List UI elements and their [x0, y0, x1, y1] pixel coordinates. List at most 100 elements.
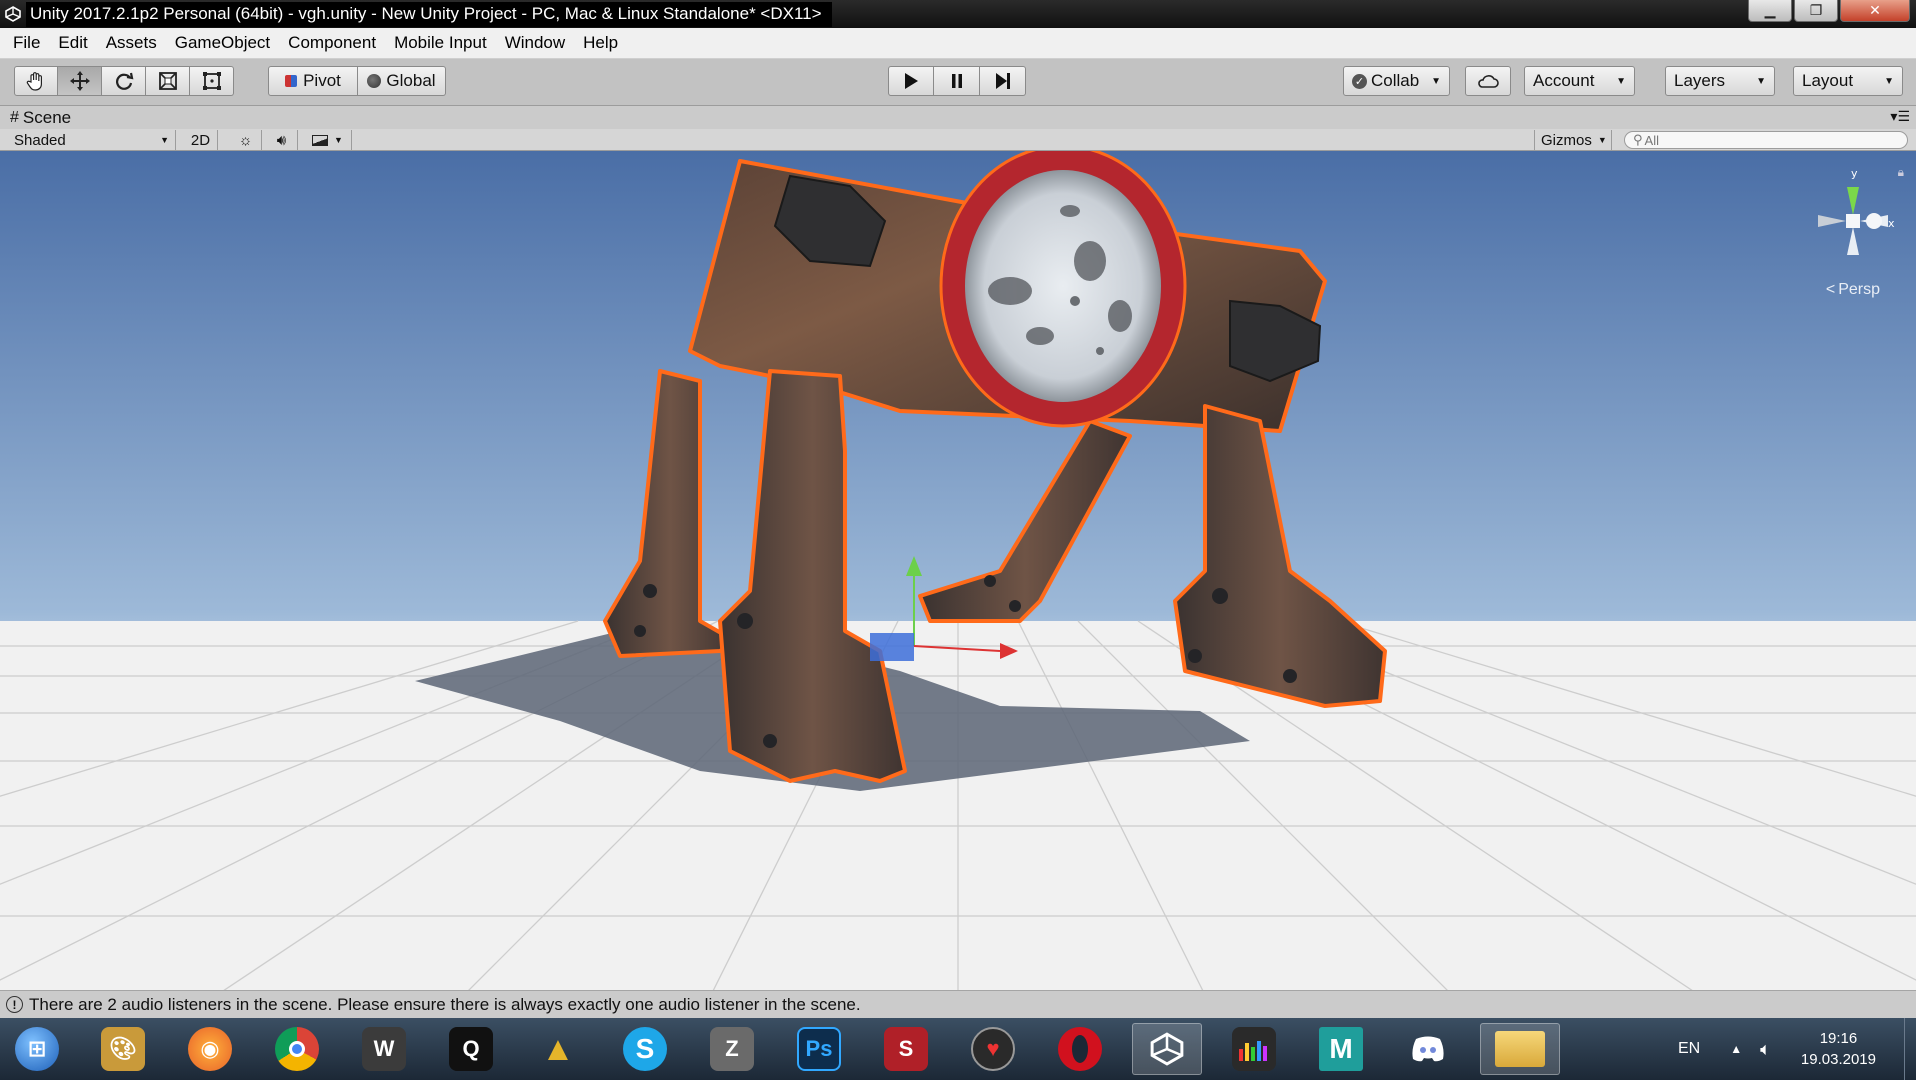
step-icon	[995, 73, 1010, 89]
tab-scene[interactable]: # Scene	[0, 106, 81, 129]
gizmo-x-label: x	[1888, 217, 1895, 230]
shading-mode-dropdown[interactable]: Shaded ▼	[8, 130, 176, 150]
effects-dropdown[interactable]: ▼	[306, 130, 352, 150]
scene-search-input[interactable]: ⚲ All	[1624, 131, 1908, 149]
pivot-label: Pivot	[303, 71, 341, 90]
panel-menu-icon[interactable]: ▾☰	[1890, 108, 1910, 125]
volume-icon[interactable]: 🔈︎	[1760, 1039, 1771, 1060]
clock-date: 19.03.2019	[1800, 1051, 1876, 1068]
shading-mode-label: Shaded	[14, 131, 66, 149]
menu-gameobject[interactable]: GameObject	[166, 33, 279, 53]
taskbar-archicad[interactable]: ▲	[523, 1023, 593, 1075]
close-button[interactable]: ✕	[1840, 0, 1910, 22]
taskbar-explorer[interactable]	[1480, 1023, 1560, 1075]
taskbar-world-of-tanks[interactable]: W	[349, 1023, 419, 1075]
taskbar-unity[interactable]	[1132, 1023, 1202, 1075]
hand-tool-button[interactable]	[14, 66, 58, 96]
tray-expand-icon[interactable]: ▲	[1730, 1042, 1742, 1056]
menu-help[interactable]: Help	[574, 33, 627, 53]
scale-tool-button[interactable]	[146, 66, 190, 96]
windows-logo-icon: ⊞	[15, 1027, 59, 1071]
chrome-icon	[275, 1027, 319, 1071]
account-label: Account	[1533, 71, 1595, 90]
warning-icon: !	[6, 996, 23, 1013]
taskbar-opera[interactable]	[1045, 1023, 1115, 1075]
maximize-button[interactable]: ❐	[1794, 0, 1838, 22]
window-title: Unity 2017.2.1p2 Personal (64bit) - vgh.…	[26, 1, 832, 27]
clock[interactable]: 19:16 19.03.2019	[1801, 1028, 1876, 1070]
taskbar-discord[interactable]	[1393, 1023, 1463, 1075]
menu-window[interactable]: Window	[496, 33, 574, 53]
opera-icon	[1058, 1027, 1102, 1071]
taskbar-substance-painter[interactable]: S	[871, 1023, 941, 1075]
menu-assets[interactable]: Assets	[97, 33, 166, 53]
speaker-icon: 🔊︎	[276, 131, 287, 149]
taskbar-paint[interactable]: 🎨︎	[88, 1023, 158, 1075]
pause-button[interactable]	[934, 66, 980, 96]
play-button[interactable]	[888, 66, 934, 96]
start-button[interactable]: ⊞	[2, 1023, 72, 1075]
layout-dropdown[interactable]: Layout ▼	[1793, 66, 1903, 96]
scene-viewport[interactable]: y x 🔒︎ < Persp	[0, 151, 1916, 990]
menu-edit[interactable]: Edit	[49, 33, 96, 53]
collab-dropdown[interactable]: ✓ Collab ▼	[1343, 66, 1450, 96]
dropdown-arrow-icon: ▼	[1756, 75, 1766, 87]
gizmos-label: Gizmos	[1541, 131, 1592, 149]
taskbar-photoshop[interactable]: Ps	[784, 1023, 854, 1075]
rect-tool-button[interactable]	[190, 66, 234, 96]
clock-time: 19:16	[1819, 1030, 1858, 1047]
pivot-global-toggle: Pivot Global	[268, 66, 446, 96]
layers-label: Layers	[1674, 71, 1726, 90]
language-indicator[interactable]: EN	[1678, 1040, 1700, 1058]
rotate-tool-button[interactable]	[102, 66, 146, 96]
collab-label: Collab	[1371, 71, 1420, 90]
scale-icon	[158, 72, 177, 90]
cloud-button[interactable]	[1465, 66, 1511, 96]
substance-painter-icon: S	[884, 1027, 928, 1071]
taskbar-maya[interactable]: M	[1306, 1023, 1376, 1075]
taskbar-firefox[interactable]: ◉	[175, 1023, 245, 1075]
orientation-gizmo[interactable]: y x	[1808, 165, 1898, 295]
skype-icon: S	[623, 1027, 667, 1071]
2d-label: 2D	[190, 131, 211, 149]
taskbar-chrome[interactable]	[262, 1023, 332, 1075]
unity-logo-icon	[0, 0, 26, 28]
console-status-bar[interactable]: ! There are 2 audio listeners in the sce…	[0, 990, 1916, 1018]
show-desktop-button[interactable]	[1904, 1018, 1916, 1080]
taskbar-equalizer[interactable]	[1219, 1023, 1289, 1075]
scene-view-toolbar: Shaded ▼ 2D ☼ 🔊︎ ▼ Gizmos ▼ ⚲ All	[0, 129, 1916, 151]
taskbar-zbrush[interactable]: Z	[697, 1023, 767, 1075]
projection-toggle[interactable]: < Persp	[1826, 281, 1880, 299]
global-button[interactable]: Global	[358, 66, 446, 96]
rotate-icon	[115, 72, 133, 90]
quixel-icon: Q	[449, 1027, 493, 1071]
firefox-icon: ◉	[188, 1027, 232, 1071]
pivot-button[interactable]: Pivot	[268, 66, 358, 96]
scene-render	[0, 151, 1916, 990]
menu-bar: File Edit Assets GameObject Component Mo…	[0, 28, 1916, 59]
audio-toggle[interactable]: 🔊︎	[266, 130, 298, 150]
lighting-toggle[interactable]: ☼	[230, 130, 262, 150]
main-toolbar: Pivot Global ✓ Collab ▼ Account ▼ Layers…	[0, 59, 1916, 106]
step-button[interactable]	[980, 66, 1026, 96]
rect-tool-icon	[202, 72, 221, 90]
photoshop-icon: Ps	[797, 1027, 841, 1071]
taskbar-heart-app[interactable]: ♥	[958, 1023, 1028, 1075]
sun-icon: ☼	[238, 131, 253, 149]
minimize-button[interactable]: ▁	[1748, 0, 1792, 22]
account-dropdown[interactable]: Account ▼	[1524, 66, 1635, 96]
lock-icon[interactable]: 🔒︎	[1898, 165, 1904, 180]
menu-file[interactable]: File	[4, 33, 49, 53]
2d-toggle[interactable]: 2D	[184, 130, 218, 150]
move-icon	[69, 71, 90, 91]
persp-icon: <	[1825, 281, 1836, 298]
menu-mobile-input[interactable]: Mobile Input	[385, 33, 496, 53]
unity-icon	[1145, 1027, 1189, 1071]
menu-component[interactable]: Component	[279, 33, 385, 53]
taskbar-skype[interactable]: S	[610, 1023, 680, 1075]
taskbar-quixel[interactable]: Q	[436, 1023, 506, 1075]
move-tool-button[interactable]	[58, 66, 102, 96]
layers-dropdown[interactable]: Layers ▼	[1665, 66, 1775, 96]
global-label: Global	[386, 71, 436, 90]
gizmos-dropdown[interactable]: Gizmos ▼	[1534, 130, 1612, 150]
